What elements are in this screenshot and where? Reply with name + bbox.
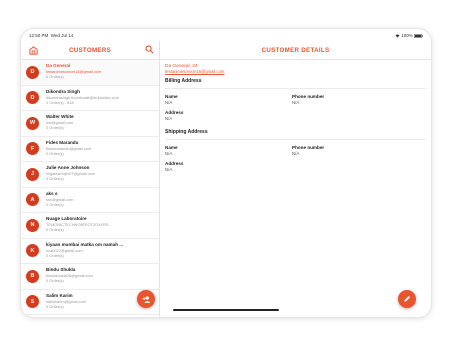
home-indicator[interactable] <box>173 309 279 311</box>
shipping-phone-value: N/A <box>292 151 300 156</box>
search-icon[interactable] <box>145 45 154 54</box>
avatar: D <box>26 91 39 104</box>
customer-list-item[interactable]: N Nuage Laboratoire TEMONICTECHNO8FEOT2OAY… <box>21 213 159 239</box>
shipping-name-value: N/A <box>165 151 173 156</box>
avatar: N <box>26 218 39 232</box>
customer-item-name: aks s <box>46 190 58 196</box>
status-date: Wed Jul 14 <box>50 33 74 38</box>
customer-item-orders: 1 Order(s) - $18 <box>46 99 74 105</box>
customers-header: CUSTOMERS <box>21 41 159 60</box>
customer-item-orders: 0 Order(s) <box>46 278 64 283</box>
avatar: B <box>26 269 39 283</box>
customer-list-item[interactable]: D Dikondra Singh dikondrasingh.thundrwati@… <box>21 86 159 111</box>
customer-item-orders: 0 Order(s) <box>46 303 64 309</box>
avatar: J <box>26 167 39 181</box>
billing-address-value: N/A <box>165 116 173 121</box>
shipping-address-label: Address <box>165 161 184 166</box>
customer-list: D Da General testanimesonicm16@gmail.com 0 … <box>21 60 159 315</box>
customer-list-item[interactable]: F Fides Marandu fidesmarandu@gmail.com 0 Or… <box>21 137 159 162</box>
customers-pane: CUSTOMERS D Da General testanimesonicm16@g… <box>21 41 160 317</box>
billing-phone-label: Phone number <box>292 94 325 99</box>
customers-title: CUSTOMERS <box>68 46 112 54</box>
billing-name-value: N/A <box>165 100 173 105</box>
customer-item-name: Julie Anne Johnson <box>46 165 90 170</box>
customer-item-orders: 0 Order(s) <box>46 125 64 130</box>
billing-address-heading: Billing Address <box>165 75 426 89</box>
customer-list-item[interactable]: Kkiyaan mumbai matka om namah ... nca0022… <box>21 239 159 264</box>
customer-item-name: Dikondra Singh <box>46 88 80 94</box>
status-bar: 12:50 PM Wed Jul 14 100% <box>21 29 431 41</box>
customer-item-name: Bindu Shukla <box>46 267 76 272</box>
battery-percent: 100% <box>401 33 413 38</box>
details-title: CUSTOMER DETAILS <box>261 46 330 54</box>
customer-details-pane: CUSTOMER DETAILS Da General: 24 testanim… <box>160 41 431 317</box>
customer-item-orders: 0 Order(s) <box>46 176 64 181</box>
avatar: S <box>26 295 39 308</box>
customer-list-item[interactable]: B Bindu Shukla bindushukla26@gmail.com 0 Or… <box>21 264 159 290</box>
billing-name-label: Name <box>165 94 178 99</box>
edit-icon <box>404 296 410 302</box>
customer-item-orders: 0 Order(s) <box>46 252 64 258</box>
customer-item-name: Walter White <box>46 114 74 119</box>
customer-item-name: Da General <box>46 63 71 68</box>
customer-list-item[interactable]: D Da General testanimesonicm16@gmail.com 0 … <box>21 60 159 86</box>
wifi-icon <box>395 34 400 38</box>
add-customer-button[interactable] <box>137 290 155 308</box>
status-time: 12:50 PM <box>29 33 49 38</box>
customer-item-orders: 0 Order(s) <box>46 201 64 207</box>
battery-icon <box>414 33 423 38</box>
edit-customer-button[interactable] <box>398 290 416 308</box>
customer-item-name: Fides Marandu <box>46 139 79 145</box>
store-logo-icon[interactable] <box>29 46 38 55</box>
customer-item-orders: 0 Order(s) <box>46 150 64 156</box>
customer-list-item[interactable]: J Julie Anne Johnson virgalesmujer07@gmail… <box>21 162 159 188</box>
customer-item-orders: 0 Order(s) <box>46 74 64 79</box>
customer-item-name: Nuage Laboratoire <box>46 216 87 221</box>
customer-item-orders: 0 Order(s) <box>46 227 64 232</box>
avatar: A <box>26 193 39 206</box>
customer-item-name: Salim Karim <box>46 292 73 298</box>
customer-list-item[interactable]: W Walter White ww@gmail.com 0 Order(s) <box>21 111 159 137</box>
shipping-address-heading: Shipping Address <box>165 126 426 140</box>
avatar: D <box>26 65 39 79</box>
customer-list-item[interactable]: Aaks s sss@gmail.com 0 Order(s) <box>21 188 159 213</box>
avatar: K <box>26 244 39 257</box>
avatar: W <box>26 116 39 130</box>
billing-address-label: Address <box>165 110 184 115</box>
customer-item-name: kiyaan mumbai matka om namah ... <box>46 241 124 247</box>
shipping-name-label: Name <box>165 145 178 150</box>
shipping-address-value: N/A <box>165 167 173 172</box>
avatar: F <box>26 142 39 155</box>
add-person-icon <box>142 295 150 303</box>
billing-phone-value: N/A <box>292 100 300 105</box>
shipping-phone-label: Phone number <box>292 145 325 150</box>
customer-email-link[interactable]: testanimesonicm16@gmail.com <box>165 69 426 74</box>
details-header: CUSTOMER DETAILS <box>160 41 431 60</box>
tablet-frame: 12:50 PM Wed Jul 14 100% CUSTOMERS D Da G… <box>20 28 432 318</box>
